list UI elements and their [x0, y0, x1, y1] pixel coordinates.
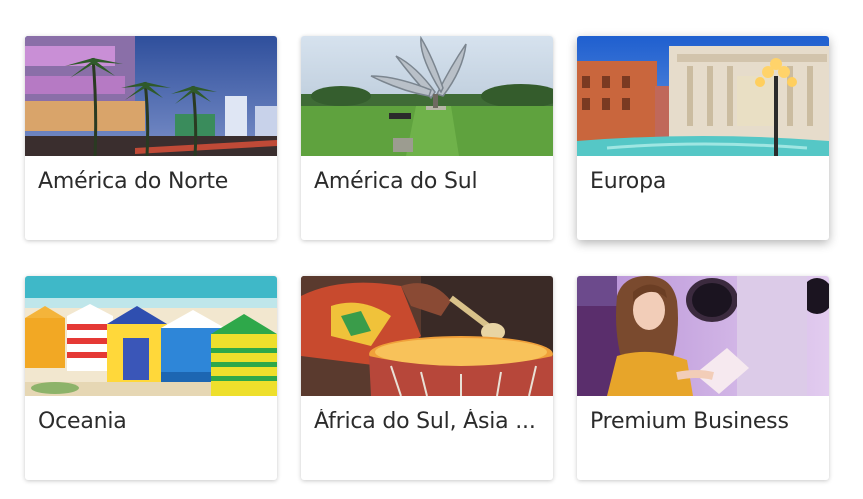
african-drum-player-photo — [301, 276, 553, 396]
destination-label: África do Sul, Ásia ... — [314, 409, 536, 434]
destination-card-europe[interactable]: Europa — [577, 36, 829, 240]
destination-label: América do Sul — [314, 169, 478, 194]
destination-card-south-africa-asia[interactable]: África do Sul, Ásia ... — [301, 276, 553, 480]
premium-cabin-passenger-photo — [577, 276, 829, 396]
destination-label: Premium Business — [590, 409, 789, 434]
destination-card-south-america[interactable]: América do Sul — [301, 36, 553, 240]
miami-beach-palms-photo — [25, 36, 277, 156]
destination-card-north-america[interactable]: América do Norte — [25, 36, 277, 240]
buenos-aires-floralis-sculpture-photo — [301, 36, 553, 156]
brighton-beach-huts-photo — [25, 276, 277, 396]
destination-label: América do Norte — [38, 169, 229, 194]
destination-card-oceania[interactable]: Oceania — [25, 276, 277, 480]
rome-trevi-fountain-photo — [577, 36, 829, 156]
destination-label: Oceania — [38, 409, 127, 434]
destination-label: Europa — [590, 169, 667, 194]
destination-card-premium-business[interactable]: Premium Business — [577, 276, 829, 480]
